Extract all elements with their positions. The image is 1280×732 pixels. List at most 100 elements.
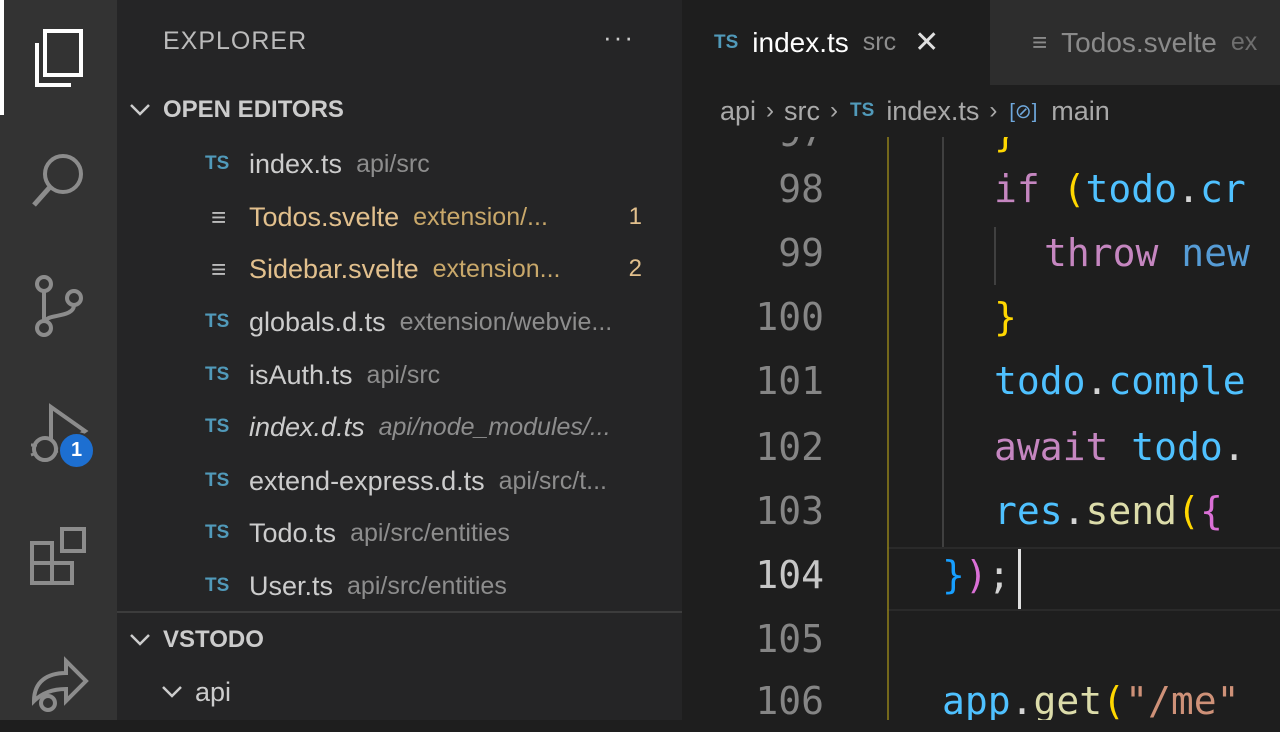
file-path: api/src/entities xyxy=(347,571,507,600)
tab-todos-svelte[interactable]: ≡ Todos.svelte ex xyxy=(990,0,1280,85)
file-path: extension... xyxy=(432,254,561,283)
typescript-icon: TS xyxy=(205,153,249,175)
text-cursor xyxy=(1018,549,1021,609)
typescript-icon-label: TS xyxy=(205,416,230,437)
activity-bar: 1 xyxy=(0,0,117,720)
breadcrumb-main[interactable]: main xyxy=(1051,96,1110,127)
open-editor-item[interactable]: TS index.d.ts api/node_modules/... xyxy=(117,401,682,453)
line-number: 105 xyxy=(755,617,824,661)
file-path: api/src xyxy=(366,360,441,389)
line-number: 104 xyxy=(755,553,824,597)
file-path: api/node_modules/... xyxy=(378,412,611,441)
chevron-down-icon xyxy=(117,633,163,647)
code-line-100: } xyxy=(994,295,1017,339)
open-editor-item[interactable]: TS User.ts api/src/entities xyxy=(117,560,682,612)
open-editor-item[interactable]: TS index.ts api/src xyxy=(117,138,682,190)
code-line-98: if (todo.cr xyxy=(994,167,1246,211)
file-name: index.ts xyxy=(249,148,343,179)
file-name: Todo.ts xyxy=(249,517,337,548)
typescript-icon-label: TS xyxy=(205,364,230,385)
debug-badge: 1 xyxy=(58,432,95,469)
search-icon[interactable] xyxy=(0,130,117,230)
folder-label: api xyxy=(195,676,232,707)
file-name: Todos.svelte xyxy=(249,201,400,232)
typescript-icon-label: TS xyxy=(205,470,230,491)
file-path: extension/... xyxy=(413,202,548,231)
extensions-icon[interactable] xyxy=(0,506,117,606)
workspace-header[interactable]: VSTODO xyxy=(117,616,682,664)
file-path: api/src xyxy=(356,149,430,178)
code-editor[interactable]: 97 98 99 100 101 102 103 104 105 106 } if (todo.c… xyxy=(682,137,1280,720)
line-number: 101 xyxy=(755,359,824,403)
problem-count: 1 xyxy=(628,203,642,230)
typescript-icon: TS xyxy=(205,575,249,597)
open-editor-item[interactable]: TS extend-express.d.ts api/src/t... xyxy=(117,455,682,507)
code-line-106: app.get("/me" xyxy=(942,679,1240,720)
file-lines-icon: ≡ xyxy=(205,254,249,285)
open-editor-item[interactable]: TS globals.d.ts extension/webvie... xyxy=(117,296,682,348)
file-lines-glyph: ≡ xyxy=(211,253,227,284)
code-line-104: }); xyxy=(942,553,1011,597)
live-share-icon[interactable] xyxy=(0,632,117,732)
code-line-101: todo.comple xyxy=(994,359,1246,403)
run-debug-icon[interactable] xyxy=(0,383,117,483)
tab-description: ex xyxy=(1230,28,1258,56)
breadcrumb-src[interactable]: src xyxy=(784,96,820,127)
line-number: 106 xyxy=(755,679,824,720)
sidebar-title: EXPLORER xyxy=(163,27,308,55)
code-line-103: res.send({ xyxy=(994,489,1223,533)
explorer-icon[interactable] xyxy=(0,8,117,108)
file-name: User.ts xyxy=(249,570,334,601)
indent-guide-active xyxy=(887,137,889,720)
tab-index-ts[interactable]: TS index.ts src ✕ xyxy=(682,0,990,85)
typescript-icon: TS xyxy=(205,522,249,544)
more-actions-button[interactable]: ··· xyxy=(603,22,635,53)
open-editor-item[interactable]: TS Todo.ts api/src/entities xyxy=(117,507,682,559)
tab-description: src xyxy=(862,28,897,56)
typescript-icon: TS xyxy=(205,364,249,386)
code-line-102: await todo. xyxy=(994,425,1246,469)
chevron-down-icon xyxy=(161,685,195,699)
line-number: 103 xyxy=(755,489,824,533)
file-name: index.d.ts xyxy=(249,411,365,442)
symbol-variable-icon: [⊘] xyxy=(1009,100,1038,123)
chevron-right-icon: › xyxy=(766,97,775,124)
chevron-down-icon xyxy=(117,103,163,117)
typescript-icon: TS xyxy=(850,100,875,121)
chevron-right-icon: › xyxy=(989,97,998,124)
open-editor-item[interactable]: ≡ Todos.svelte extension/... 1 xyxy=(117,191,682,243)
section-divider xyxy=(117,611,682,613)
breadcrumb-index-ts[interactable]: index.ts xyxy=(886,96,979,127)
file-name: isAuth.ts xyxy=(249,359,353,390)
code-line-97: } xyxy=(994,137,1017,155)
typescript-icon-label: TS xyxy=(205,522,230,543)
typescript-icon: TS xyxy=(205,416,249,438)
file-path: extension/webvie... xyxy=(399,307,613,336)
open-editors-header[interactable]: OPEN EDITORS xyxy=(117,86,682,134)
typescript-icon-label: TS xyxy=(205,311,230,332)
typescript-icon-label: TS xyxy=(205,153,230,174)
file-path: api/src/t... xyxy=(498,466,607,495)
file-name: globals.d.ts xyxy=(249,306,386,337)
file-lines-icon: ≡ xyxy=(1032,27,1048,57)
source-control-icon[interactable] xyxy=(0,256,117,356)
indent-guide xyxy=(994,227,996,285)
typescript-icon: TS xyxy=(205,470,249,492)
problem-count: 2 xyxy=(628,255,642,282)
line-number: 97 xyxy=(682,137,824,155)
file-path: api/src/entities xyxy=(350,518,510,547)
breadcrumb-api[interactable]: api xyxy=(720,96,756,127)
open-editor-item[interactable]: ≡ Sidebar.svelte extension... 2 xyxy=(117,243,682,295)
close-icon[interactable]: ✕ xyxy=(914,25,939,60)
tab-label: index.ts xyxy=(752,26,849,58)
typescript-icon: TS xyxy=(714,31,739,53)
line-number: 102 xyxy=(755,425,824,469)
file-name: extend-express.d.ts xyxy=(249,465,485,496)
tab-label: Todos.svelte xyxy=(1061,26,1217,58)
code-line-99: throw new xyxy=(1044,231,1250,275)
folder-api[interactable]: api xyxy=(117,666,682,718)
typescript-icon-label: TS xyxy=(205,575,230,596)
editor-tab-bar: TS index.ts src ✕ ≡ Todos.svelte ex xyxy=(682,0,1280,85)
open-editors-label: OPEN EDITORS xyxy=(163,96,344,123)
open-editor-item[interactable]: TS isAuth.ts api/src xyxy=(117,349,682,401)
